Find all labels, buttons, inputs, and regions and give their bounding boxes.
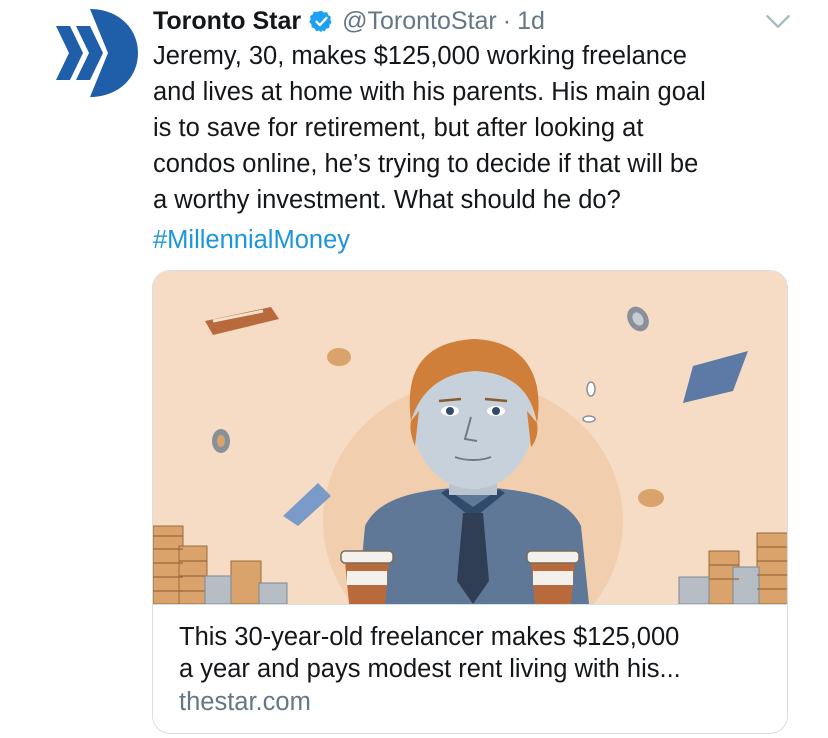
verified-badge-icon xyxy=(309,9,334,34)
link-card[interactable]: This 30-year-old freelancer makes $125,0… xyxy=(152,270,788,734)
card-body[interactable]: This 30-year-old freelancer makes $125,0… xyxy=(153,604,787,733)
timestamp[interactable]: 1d xyxy=(517,7,545,36)
card-image[interactable] xyxy=(153,271,787,604)
hashtag-link[interactable]: #MillennialMoney xyxy=(153,222,350,258)
toronto-star-logo-icon xyxy=(46,6,140,100)
chevron-down-icon[interactable] xyxy=(760,6,796,36)
article-illustration xyxy=(153,271,787,604)
card-title[interactable]: This 30-year-old freelancer makes $125,0… xyxy=(179,621,763,685)
display-name[interactable]: Toronto Star xyxy=(153,7,301,36)
tweet-text: Jeremy, 30, makes $125,000 working freel… xyxy=(153,42,706,214)
handle[interactable]: @TorontoStar xyxy=(342,7,497,36)
separator: · xyxy=(502,6,512,35)
tweet-header: Toronto Star @TorontoStar · 1d xyxy=(153,4,545,38)
card-domain: thestar.com xyxy=(179,688,311,716)
avatar[interactable] xyxy=(46,6,140,100)
